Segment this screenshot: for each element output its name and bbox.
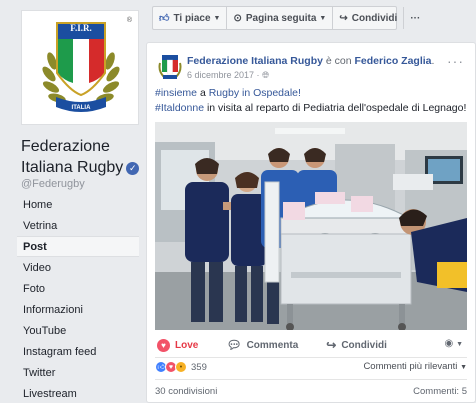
more-options-label: ···	[410, 12, 421, 24]
love-reaction-button[interactable]: ♥ Love	[157, 338, 199, 352]
share-post-label: Condividi	[341, 339, 387, 351]
registered-mark: ®	[126, 17, 132, 24]
divider	[155, 357, 467, 358]
comment-count[interactable]: Commenti: 5	[413, 386, 467, 397]
page-action-bar: 👍︎ Ti piace ▼ ⊙ Pagina seguita ▼ ↪ Condi…	[152, 6, 420, 30]
svg-text:F.I.R.: F.I.R.	[70, 23, 91, 33]
reaction-count: 359	[191, 361, 207, 373]
page-name-text: Federazione Italiana Rugby	[21, 138, 124, 176]
wow-reaction-icon: •	[175, 361, 187, 373]
heart-icon: ♥	[157, 338, 170, 352]
follow-page-button[interactable]: ⊙ Pagina seguita ▼	[227, 7, 334, 29]
nav-item-livestream[interactable]: Livestream	[17, 383, 139, 403]
share-post-button[interactable]: ↪ Condividi	[326, 338, 387, 352]
reaction-summary[interactable]: 👍︎ ♥ • 359	[155, 361, 207, 373]
like-page-button[interactable]: 👍︎ Ti piace ▼	[153, 7, 228, 29]
svg-text:ITALIA: ITALIA	[72, 105, 92, 111]
rss-icon: ⊙	[233, 12, 242, 24]
post-photo[interactable]	[155, 122, 467, 330]
follow-page-label: Pagina seguita	[245, 12, 317, 24]
comment-bubble-icon: 💬︎	[226, 338, 242, 352]
share-arrow-icon: ↪	[339, 12, 348, 24]
nav-item-video[interactable]: Video	[17, 257, 139, 278]
more-options-button[interactable]: ···	[404, 7, 426, 29]
chevron-down-icon: ▼	[460, 364, 467, 371]
comment-sort-label: Commenti più rilevanti	[363, 361, 458, 372]
page-avatar-small-icon: ◉	[444, 338, 454, 349]
love-label: Love	[175, 339, 199, 351]
post-actions: ♥ Love 💬︎ Commenta ↪ Condividi ◉ ▼	[155, 334, 467, 356]
nav-item-home[interactable]: Home	[17, 194, 139, 215]
post-body: #insieme a Rugby in Ospedale! #Italdonne…	[155, 86, 471, 116]
post-author-line: Federazione Italiana Rugby è con Federic…	[187, 55, 434, 67]
nav-item-vetrina[interactable]: Vetrina	[17, 215, 139, 236]
chevron-down-icon: ▼	[456, 341, 463, 348]
rugby-in-ospedale-link[interactable]: Rugby in Ospedale!	[209, 87, 301, 99]
page-profile-picture[interactable]: F.I.R. ITALIA ®	[21, 10, 139, 125]
post-card: Federazione Italiana Rugby è con Federic…	[146, 42, 476, 403]
nav-item-informazioni[interactable]: Informazioni	[17, 299, 139, 320]
post-options-button[interactable]: ···	[447, 53, 464, 69]
comment-button[interactable]: 💬︎ Commenta	[226, 338, 298, 352]
post-line-2: #Italdonne in visita al reparto di Pedia…	[155, 101, 471, 116]
nav-item-instagram-feed[interactable]: Instagram feed	[17, 341, 139, 362]
left-sidebar: F.I.R. ITALIA ® Federazione Italiana Rug…	[0, 0, 146, 403]
period: .	[431, 55, 435, 67]
chevron-down-icon: ▼	[213, 14, 221, 22]
post-author-link[interactable]: Federazione Italiana Rugby	[187, 55, 323, 67]
tagged-person-link[interactable]: Federico Zaglia	[354, 55, 431, 67]
comment-label: Commenta	[246, 339, 299, 351]
share-as-selector[interactable]: ◉ ▼	[445, 338, 463, 349]
page-handle[interactable]: @Federugby	[21, 178, 85, 190]
nav-item-post[interactable]: Post	[17, 236, 139, 257]
hashtag-italdonne[interactable]: #Italdonne	[155, 102, 204, 114]
divider	[155, 379, 467, 380]
post-text-a: a	[199, 87, 206, 99]
with-text: è con	[325, 55, 352, 67]
chevron-down-icon: ▼	[319, 14, 327, 22]
post-date-text: 6 dicembre 2017	[187, 70, 255, 80]
share-count[interactable]: 30 condivisioni	[155, 386, 217, 397]
nav-item-foto[interactable]: Foto	[17, 278, 139, 299]
post-timestamp[interactable]: 6 dicembre 2017 · 🌐︎	[187, 70, 269, 81]
thumbs-up-icon: 👍︎	[159, 13, 170, 24]
page-nav: Home Vetrina Post Video Foto Informazion…	[17, 194, 139, 403]
verified-badge-icon: ✓	[126, 162, 140, 175]
post-text-body: in visita al reparto di Pediatria dell'o…	[206, 102, 467, 114]
fir-logo-icon: F.I.R. ITALIA	[42, 22, 120, 112]
share-page-label: Condividi	[351, 12, 398, 24]
nav-item-twitter[interactable]: Twitter	[17, 362, 139, 383]
like-page-label: Ti piace	[173, 12, 211, 24]
globe-icon: 🌐︎	[262, 70, 270, 80]
hashtag-insieme[interactable]: #insieme	[155, 87, 197, 99]
share-arrow-icon: ↪	[326, 338, 337, 352]
page-title[interactable]: Federazione Italiana Rugby ✓	[21, 136, 146, 178]
share-page-button[interactable]: ↪ Condividi	[333, 7, 405, 29]
author-avatar[interactable]	[158, 53, 182, 81]
post-line-1: #insieme a Rugby in Ospedale!	[155, 86, 471, 101]
nav-item-youtube[interactable]: YouTube	[17, 320, 139, 341]
comment-sort-selector[interactable]: Commenti più rilevanti ▼	[363, 361, 467, 372]
